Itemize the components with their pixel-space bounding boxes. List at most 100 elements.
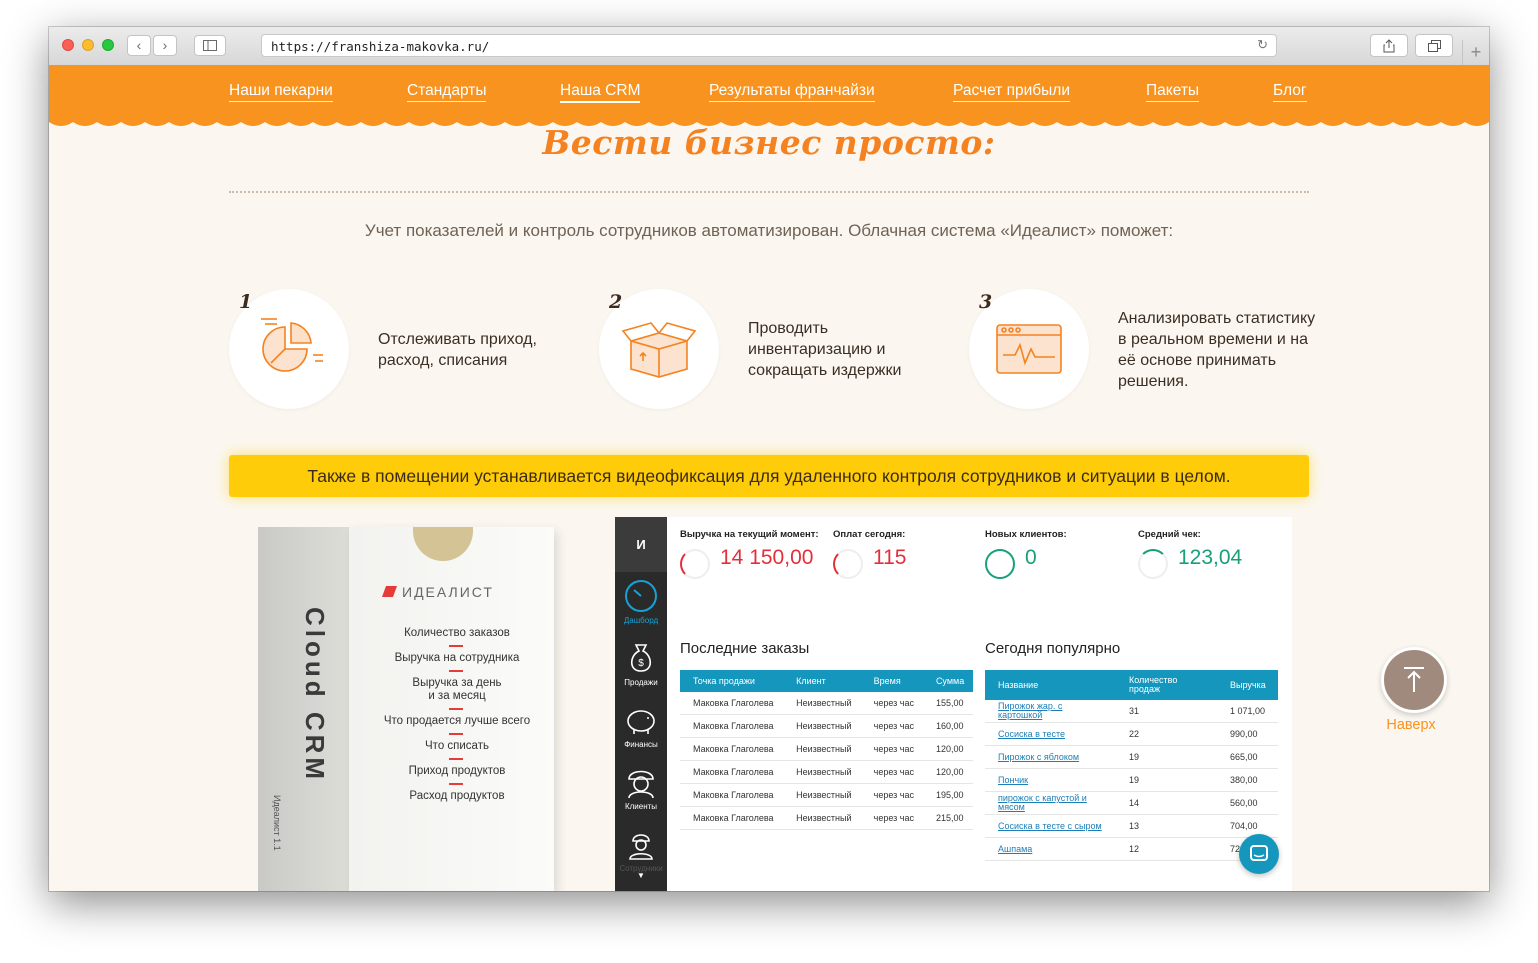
table-cell: 13 [1116,814,1217,838]
column-header: Выручка [1217,670,1278,700]
box-feature-item: Расход продуктов [409,790,505,802]
table-cell: 120,00 [922,737,973,761]
metric-ring [833,549,863,579]
popular-title: Сегодня популярно [985,640,1121,657]
worker-icon [629,834,653,860]
zoom-window-button[interactable] [102,39,114,51]
table-cell: 990,00 [1217,722,1278,746]
table-cell: 560,00 [1217,791,1278,815]
box-feature-item: Количество заказов [362,627,552,647]
recent-orders-table: Точка продажи Клиент Время Сумма Маковка… [680,670,973,830]
table-row: Пирожок с яблоком 19 665,00 [985,745,1278,769]
arrow-up-icon [1404,667,1424,692]
box-feature-item: Приход продуктов [362,765,552,785]
share-button[interactable] [1370,34,1408,57]
table-row: Пончик 19 380,00 [985,768,1278,792]
nav-item-bakeries[interactable]: Наши пекарни [229,82,333,102]
piggy-bank-icon [627,710,655,734]
table-cell[interactable]: Ашпама [985,837,1116,861]
reload-icon[interactable]: ↻ [1257,37,1268,53]
metric-ring [680,549,710,579]
orders-body: Маковка Глаголева Неизвестный через час 155… [680,692,973,830]
box-logo: ИДЕАЛИСТ [381,584,494,600]
table-cell: через час [860,806,923,830]
forward-button[interactable]: › [153,35,177,56]
sidebar-icon [203,40,217,51]
table-cell: 160,00 [922,714,973,738]
table-cell[interactable]: Пирожок жар. с картошкой [985,700,1116,723]
minimize-window-button[interactable] [82,39,94,51]
new-tab-button[interactable]: + [1462,40,1489,65]
column-header: Название [985,670,1116,700]
table-cell: 31 [1116,700,1217,723]
table-cell[interactable]: Сосиска в тесте [985,722,1116,746]
share-icon [1383,39,1395,53]
table-cell[interactable]: Пончик [985,768,1116,792]
feature-text: Проводить инвентаризацию и сокращать изд… [748,320,902,379]
nav-item-results[interactable]: Результаты франчайзи [709,82,875,102]
url-text: https://franshiza-makovka.ru/ [271,39,490,54]
box-feature-item: Что списать [362,740,552,760]
chat-widget-button[interactable] [1239,834,1279,874]
table-cell[interactable]: Сосиска в тесте с сыром [985,814,1116,838]
main-navigation: Наши пекарни Стандарты Наша CRM Результа… [49,65,1489,117]
box-feature-item: Выручка на сотрудника [362,652,552,672]
feature-number: 3 [979,291,993,313]
sidebar-item-dashboard[interactable]: Дашборд [615,579,667,625]
column-header: Время [860,670,923,692]
sidebar-item-clients[interactable]: Клиенты [615,765,667,811]
table-cell: через час [860,714,923,738]
nav-item-standards[interactable]: Стандарты [407,82,487,102]
table-cell: Маковка Глаголева [680,737,784,761]
metric-payments: Оплат сегодня: 115 [833,529,906,579]
nav-item-crm[interactable]: Наша CRM [560,82,641,103]
table-row: Маковка Глаголева Неизвестный через час 120… [680,760,973,784]
feature-number: 1 [239,291,253,313]
nav-item-packages[interactable]: Пакеты [1146,82,1200,102]
table-cell: 14 [1116,791,1217,815]
table-row: Маковка Глаголева Неизвестный через час 155… [680,692,973,715]
money-bag-icon: $ [630,644,652,672]
close-window-button[interactable] [62,39,74,51]
table-cell: Маковка Глаголева [680,714,784,738]
box-small-text: Идеалист 1.1 [272,795,282,851]
table-cell: Неизвестный [783,692,861,715]
column-header: Клиент [783,670,861,692]
table-cell: 195,00 [922,783,973,807]
nav-item-profit-calc[interactable]: Расчет прибыли [953,82,1070,102]
table-row: Маковка Глаголева Неизвестный через час 215… [680,806,973,830]
table-row: Маковка Глаголева Неизвестный через час 120… [680,737,973,761]
feature-text: Анализировать статистику в реальном врем… [1118,310,1316,390]
table-cell: 215,00 [922,806,973,830]
column-header: Количество продаж [1116,670,1217,700]
table-cell: через час [860,760,923,784]
tabs-icon [1427,40,1441,52]
sidebar-scroll-down-icon[interactable]: ▼ [637,871,645,880]
crm-dashboard-screenshot: И Дашборд $ Продажи Финансы Клиенты Сотр… [615,517,1292,891]
table-row: Маковка Глаголева Неизвестный через час 160… [680,714,973,738]
tabs-button[interactable] [1415,34,1453,57]
table-cell[interactable]: Пирожок с яблоком [985,745,1116,769]
browser-window: ‹ › https://franshiza-makovka.ru/ ↻ + На… [49,27,1489,891]
table-header-row: Название Количество продаж Выручка [985,670,1278,700]
address-bar[interactable]: https://franshiza-makovka.ru/ ↻ [261,34,1277,57]
table-cell: Неизвестный [783,714,861,738]
popular-body: Пирожок жар. с картошкой 31 1 071,00 Сосиск… [985,700,1278,861]
table-cell: 19 [1116,768,1217,792]
back-to-top-label[interactable]: Наверх [1374,717,1448,733]
nav-item-blog[interactable]: Блог [1273,82,1307,102]
sidebar-item-employees[interactable]: Сотрудники [615,827,667,873]
product-box-image: Идеалист 1.1 Cloud CRM ИДЕАЛИСТ Количест… [258,527,554,891]
sidebar-item-sales[interactable]: $ Продажи [615,641,667,687]
back-to-top-button[interactable] [1381,647,1447,713]
box-side: Идеалист 1.1 Cloud CRM [258,527,355,891]
back-button[interactable]: ‹ [127,35,151,56]
sidebar-toggle-button[interactable] [194,35,226,56]
speedometer-icon [625,580,657,612]
sidebar-item-finance[interactable]: Финансы [615,703,667,749]
table-cell: через час [860,692,923,715]
box-icon [621,322,697,378]
table-cell[interactable]: пирожок с капустой и мясом [985,791,1116,815]
table-cell: 1 071,00 [1217,700,1278,723]
table-row: пирожок с капустой и мясом 14 560,00 [985,791,1278,815]
